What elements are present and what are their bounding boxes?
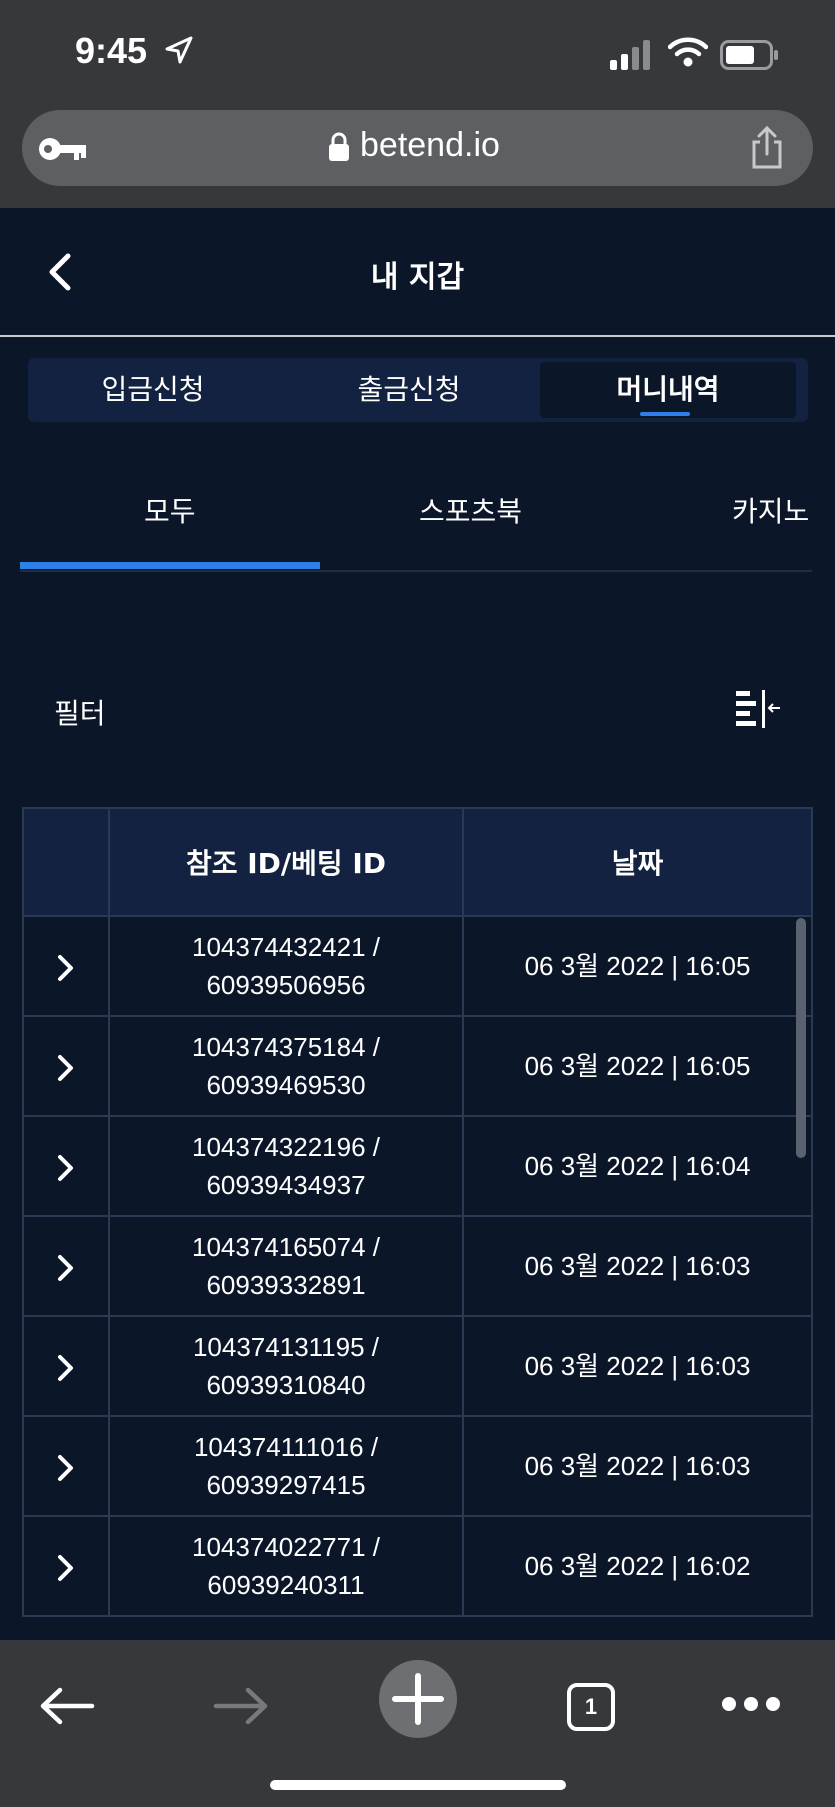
page-title: 내 지갑 — [370, 260, 465, 295]
table-row[interactable]: 104374432421 / 60939506956 06 3월 2022 | 1… — [22, 915, 813, 1017]
browser-toolbar: 1 — [0, 1640, 835, 1807]
subtab-casino[interactable]: 카지노 — [732, 490, 809, 530]
history-table-container[interactable]: 참조 ID/베팅 ID 날짜 104374432421 / 60939506956… — [22, 807, 813, 1637]
column-header-expand — [22, 807, 110, 917]
page-header: 내 지갑 — [0, 208, 835, 337]
plus-icon[interactable] — [379, 1660, 457, 1738]
reference-id-cell: 104374322196 / 60939434937 — [108, 1115, 464, 1217]
table-scrollbar[interactable] — [796, 918, 806, 1158]
battery-icon — [720, 40, 778, 70]
row-expand-button[interactable] — [22, 1515, 110, 1617]
status-bar: 9:45 — [0, 0, 835, 110]
table-row[interactable]: 104374322196 / 60939434937 06 3월 2022 | 1… — [22, 1115, 813, 1217]
row-expand-button[interactable] — [22, 1215, 110, 1317]
table-row[interactable]: 104374375184 / 60939469530 06 3월 2022 | 1… — [22, 1015, 813, 1117]
reference-id-cell: 104374432421 / 60939506956 — [108, 915, 464, 1017]
column-header-date: 날짜 — [462, 807, 813, 917]
tabs-button[interactable]: 1 — [566, 1682, 616, 1732]
reference-id-cell: 104374165074 / 60939332891 — [108, 1215, 464, 1317]
table-header-row: 참조 ID/베팅 ID 날짜 — [22, 807, 813, 917]
tab-withdrawal-request[interactable]: 출금신청 — [284, 358, 534, 422]
reference-id: 104374022771 / — [192, 1532, 380, 1562]
history-sub-tabs: 모두 스포츠북 카지노 — [20, 470, 812, 572]
filter-collapse-icon[interactable] — [734, 688, 782, 732]
reference-id: 104374322196 / — [192, 1132, 380, 1162]
history-table: 참조 ID/베팅 ID 날짜 104374432421 / 60939506956… — [22, 807, 813, 1617]
row-expand-button[interactable] — [22, 1015, 110, 1117]
reference-id-cell: 104374375184 / 60939469530 — [108, 1015, 464, 1117]
lock-icon — [329, 132, 349, 161]
date-cell: 06 3월 2022 | 16:05 — [462, 915, 813, 1017]
chevron-right-icon[interactable] — [54, 1453, 78, 1483]
more-options-icon[interactable] — [720, 1694, 782, 1714]
row-expand-button[interactable] — [22, 1415, 110, 1517]
bet-id: 60939469530 — [206, 1070, 366, 1100]
forward-arrow-icon[interactable] — [212, 1684, 270, 1728]
table-row[interactable]: 104374022771 / 60939240311 06 3월 2022 | 1… — [22, 1515, 813, 1617]
chevron-right-icon[interactable] — [54, 953, 78, 983]
subtab-active-indicator — [20, 562, 320, 569]
table-row[interactable]: 104374131195 / 60939310840 06 3월 2022 | 1… — [22, 1315, 813, 1417]
row-expand-button[interactable] — [22, 1115, 110, 1217]
date-cell: 06 3월 2022 | 16:03 — [462, 1215, 813, 1317]
bet-id: 60939434937 — [206, 1170, 366, 1200]
reference-id: 104374375184 / — [192, 1032, 380, 1062]
row-expand-button[interactable] — [22, 1315, 110, 1417]
chevron-right-icon[interactable] — [54, 1253, 78, 1283]
chevron-right-icon[interactable] — [54, 1353, 78, 1383]
reference-id-cell: 104374022771 / 60939240311 — [108, 1515, 464, 1617]
browser-chrome-top: 9:45 betend.io — [0, 0, 835, 208]
bet-id: 60939297415 — [206, 1470, 366, 1500]
bet-id: 60939506956 — [206, 970, 366, 1000]
active-tab-underline — [640, 412, 690, 416]
new-tab-button[interactable] — [379, 1660, 457, 1738]
bet-id: 60939310840 — [206, 1370, 366, 1400]
date-cell: 06 3월 2022 | 16:03 — [462, 1415, 813, 1517]
share-icon[interactable] — [747, 126, 787, 170]
back-arrow-icon[interactable] — [38, 1684, 96, 1728]
subtab-sportsbook[interactable]: 스포츠북 — [419, 490, 522, 530]
reference-id: 104374111016 / — [193, 1432, 379, 1462]
reference-id: 104374165074 / — [192, 1232, 380, 1262]
cellular-signal-icon — [610, 40, 650, 70]
location-arrow-icon — [165, 36, 193, 64]
reference-id-cell: 104374131195 / 60939310840 — [108, 1315, 464, 1417]
date-cell: 06 3월 2022 | 16:03 — [462, 1315, 813, 1417]
bet-id: 60939240311 — [207, 1570, 365, 1600]
tab-count[interactable]: 1 — [566, 1682, 616, 1732]
chevron-right-icon[interactable] — [54, 1053, 78, 1083]
row-expand-button[interactable] — [22, 915, 110, 1017]
address-bar[interactable]: betend.io — [22, 110, 813, 186]
date-cell: 06 3월 2022 | 16:04 — [462, 1115, 813, 1217]
reference-id: 104374131195 / — [192, 1332, 380, 1362]
chevron-right-icon[interactable] — [54, 1153, 78, 1183]
table-row[interactable]: 104374111016 / 60939297415 06 3월 2022 | 1… — [22, 1415, 813, 1517]
wallet-tabs: 입금신청 출금신청 머니내역 — [28, 358, 808, 422]
date-cell: 06 3월 2022 | 16:02 — [462, 1515, 813, 1617]
table-row[interactable]: 104374165074 / 60939332891 06 3월 2022 | 1… — [22, 1215, 813, 1317]
reference-id: 104374432421 / — [192, 932, 380, 962]
url-text[interactable]: betend.io — [360, 126, 500, 165]
bet-id: 60939332891 — [206, 1270, 366, 1300]
key-icon[interactable] — [36, 132, 90, 166]
date-cell: 06 3월 2022 | 16:05 — [462, 1015, 813, 1117]
reference-id-cell: 104374111016 / 60939297415 — [108, 1415, 464, 1517]
chevron-right-icon[interactable] — [54, 1553, 78, 1583]
wifi-icon — [668, 37, 708, 67]
filter-label: 필터 — [54, 697, 106, 730]
status-time: 9:45 — [75, 30, 148, 71]
subtab-all[interactable]: 모두 — [144, 490, 196, 530]
tab-money-history[interactable]: 머니내역 — [540, 362, 796, 418]
column-header-reference-id: 참조 ID/베팅 ID — [108, 807, 464, 917]
home-indicator[interactable] — [270, 1780, 566, 1790]
tab-deposit-request[interactable]: 입금신청 — [28, 358, 278, 422]
